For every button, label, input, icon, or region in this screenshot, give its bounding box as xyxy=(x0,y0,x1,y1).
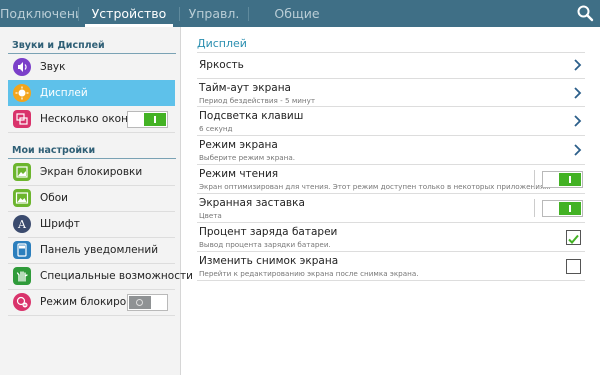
tab-connections[interactable]: Подключения xyxy=(0,0,78,27)
toggle-knob xyxy=(129,296,151,309)
chevron-right-icon xyxy=(574,115,582,127)
sidebar-item-multiwindow[interactable]: Несколько окон xyxy=(8,106,175,133)
sidebar-item-label: Дисплей xyxy=(40,87,88,99)
row-subtitle: 6 секунд xyxy=(199,124,233,133)
row-title: Яркость xyxy=(199,59,244,71)
speaker-icon xyxy=(13,58,31,76)
checkmark-icon xyxy=(568,234,579,244)
toggle-knob xyxy=(144,113,166,126)
tab-controls[interactable]: Управл. xyxy=(180,0,248,27)
settings-row-screen-timeout[interactable]: Тайм-аут экрана Период бездействия - 5 м… xyxy=(197,79,585,107)
sidebar-section-my-settings: Мои настройки xyxy=(12,145,96,156)
svg-text:A: A xyxy=(17,218,27,231)
reading-mode-toggle[interactable] xyxy=(542,171,583,188)
top-tab-bar: Подключения Устройство Управл. Общие xyxy=(0,0,600,27)
sidebar: Звуки и Дисплей Звук Дисплей Несколько о… xyxy=(0,27,193,375)
toggle-knob xyxy=(559,202,581,215)
sidebar-item-label: Панель уведомлений xyxy=(40,244,159,256)
row-title: Тайм-аут экрана xyxy=(199,82,291,94)
sidebar-item-label: Звук xyxy=(40,61,66,73)
sidebar-item-notification-panel[interactable]: Панель уведомлений xyxy=(8,237,175,264)
row-divider xyxy=(534,199,535,217)
row-subtitle: Перейти к редактированию экрана после сн… xyxy=(199,269,419,278)
row-title: Режим чтения xyxy=(199,168,279,180)
sidebar-item-label: Специальные возможности xyxy=(40,270,193,282)
sidebar-item-label: Несколько окон xyxy=(40,113,128,125)
row-title: Изменить снимок экрана xyxy=(199,255,339,267)
lockscreen-icon xyxy=(13,163,31,181)
tab-label: Управл. xyxy=(188,6,240,21)
row-divider xyxy=(534,170,535,188)
settings-row-edit-screenshot[interactable]: Изменить снимок экрана Перейти к редакти… xyxy=(197,252,585,281)
settings-row-screensaver[interactable]: Экранная заставка Цвета xyxy=(197,194,585,223)
row-title: Подсветка клавиш xyxy=(199,110,304,122)
sidebar-item-display[interactable]: Дисплей xyxy=(8,80,175,106)
display-settings-panel: Дисплей Яркость Тайм-аут экрана Период б… xyxy=(181,27,600,375)
row-subtitle: Период бездействия - 5 минут xyxy=(199,96,316,105)
settings-row-brightness[interactable]: Яркость xyxy=(197,53,585,79)
accessibility-icon xyxy=(13,267,31,285)
multiwindow-toggle[interactable] xyxy=(127,111,168,128)
battery-percentage-checkbox[interactable] xyxy=(566,230,581,245)
wallpaper-icon xyxy=(13,189,31,207)
tab-general[interactable]: Общие xyxy=(249,0,345,27)
sidebar-item-sound[interactable]: Звук xyxy=(8,54,175,81)
tab-label: Общие xyxy=(274,6,320,21)
font-icon: A xyxy=(13,215,31,233)
tab-label: Устройство xyxy=(91,6,167,21)
edit-screenshot-checkbox[interactable] xyxy=(566,259,581,274)
settings-row-key-backlight[interactable]: Подсветка клавиш 6 секунд xyxy=(197,107,585,136)
block-mode-icon xyxy=(13,293,31,311)
row-subtitle: Экран оптимизирован для чтения. Этот реж… xyxy=(199,182,551,191)
tab-label: Подключения xyxy=(0,6,78,21)
tab-device[interactable]: Устройство xyxy=(79,0,179,27)
chevron-right-icon xyxy=(574,87,582,99)
toggle-knob xyxy=(559,173,581,186)
sidebar-item-label: Экран блокировки xyxy=(40,166,143,178)
row-subtitle: Цвета xyxy=(199,211,222,220)
search-icon[interactable] xyxy=(576,4,594,22)
sidebar-section-sound-display: Звуки и Дисплей xyxy=(12,40,105,51)
notification-panel-icon xyxy=(13,241,31,259)
chevron-right-icon xyxy=(574,144,582,156)
row-title: Экранная заставка xyxy=(199,197,305,209)
row-title: Режим экрана xyxy=(199,139,278,151)
multiwindow-icon xyxy=(13,110,31,128)
sidebar-item-accessibility[interactable]: Специальные возможности xyxy=(8,263,193,290)
chevron-right-icon xyxy=(574,59,582,71)
sidebar-item-label: Обои xyxy=(40,192,68,204)
sidebar-item-label: Шрифт xyxy=(40,218,80,230)
settings-row-reading-mode[interactable]: Режим чтения Экран оптимизирован для чте… xyxy=(197,165,585,194)
brightness-icon xyxy=(13,84,31,102)
screensaver-toggle[interactable] xyxy=(542,200,583,217)
settings-row-screen-mode[interactable]: Режим экрана Выберите режим экрана. xyxy=(197,136,585,165)
row-subtitle: Вывод процента зарядки батареи. xyxy=(199,240,331,249)
sidebar-item-font[interactable]: A Шрифт xyxy=(8,211,175,238)
row-title: Процент заряда батареи xyxy=(199,226,338,238)
sidebar-item-block-mode[interactable]: Режим блокировки xyxy=(8,289,175,316)
sidebar-item-wallpaper[interactable]: Обои xyxy=(8,185,175,212)
block-mode-toggle[interactable] xyxy=(127,294,168,311)
page-title: Дисплей xyxy=(197,37,247,50)
settings-row-battery-percentage[interactable]: Процент заряда батареи Вывод процента за… xyxy=(197,223,585,252)
sidebar-item-lockscreen[interactable]: Экран блокировки xyxy=(8,159,175,186)
row-subtitle: Выберите режим экрана. xyxy=(199,153,296,162)
